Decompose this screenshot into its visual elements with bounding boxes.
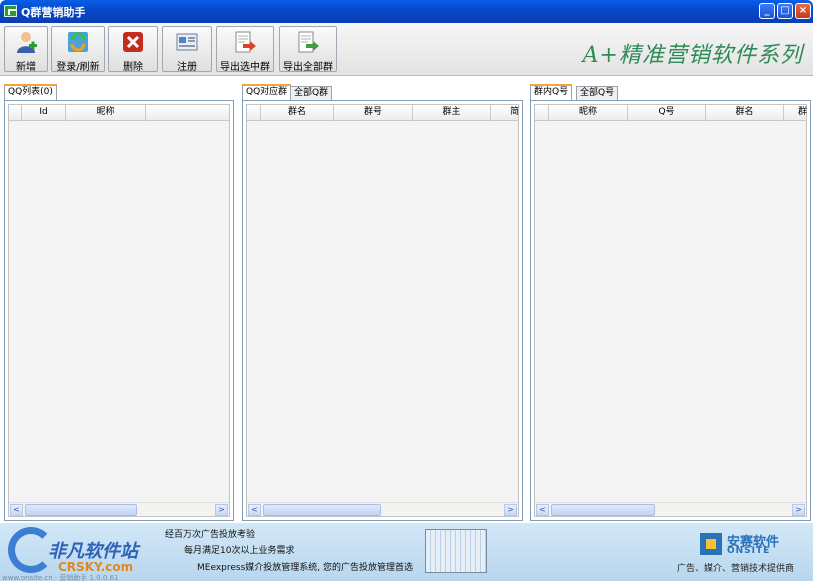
ad-line-1[interactable]: 经百万次广告投放考验	[165, 527, 255, 540]
register-button[interactable]: 注册	[162, 26, 212, 73]
tab-group-members[interactable]: 群内Q号	[530, 84, 573, 101]
export-selected-button[interactable]: 导出选中群	[216, 26, 274, 73]
delete-button-label: 删除	[123, 62, 143, 73]
column-header-qq-number[interactable]: Q号	[628, 105, 706, 121]
groups-panel: 群名 群号 群主 简 < >	[242, 100, 523, 521]
onsite-logo-icon	[700, 533, 722, 555]
ad-banner: 非凡软件站 CRSKY.com www.onsite.cn · 营销助手 1.0…	[0, 523, 813, 581]
row-indicator-header	[535, 105, 549, 121]
members-header: 昵称 Q号 群名 群	[535, 105, 809, 121]
title-bar: Q群营销助手 _ □ ×	[0, 0, 813, 23]
column-header-brief[interactable]: 简	[491, 105, 521, 121]
row-indicator-header	[9, 105, 22, 121]
register-button-label: 注册	[177, 62, 197, 73]
login-refresh-button[interactable]: 登录/刷新	[51, 26, 105, 73]
members-hscrollbar[interactable]: < >	[535, 502, 806, 516]
members-panel: 昵称 Q号 群名 群 < >	[530, 100, 811, 521]
register-icon	[176, 33, 198, 51]
login-refresh-label: 登录/刷新	[56, 62, 100, 73]
export-selected-label: 导出选中群	[220, 62, 270, 73]
company-tagline: 广告、媒介、营销技术提供商	[677, 564, 795, 574]
export-all-label: 导出全部群	[283, 62, 333, 73]
app-icon	[4, 5, 17, 17]
export-all-button[interactable]: 导出全部群	[279, 26, 337, 73]
qq-list-header: Id 昵称	[9, 105, 229, 121]
column-header-group-owner[interactable]: 群主	[413, 105, 491, 121]
scroll-left-icon[interactable]: <	[536, 504, 549, 516]
row-indicator-header	[247, 105, 261, 121]
scroll-thumb[interactable]	[263, 504, 381, 516]
scroll-right-icon[interactable]: >	[215, 504, 228, 516]
column-header-group-number[interactable]: 群号	[334, 105, 413, 121]
tab-qq-list[interactable]: QQ列表(0)	[4, 84, 57, 101]
add-button[interactable]: 新增	[4, 26, 48, 73]
column-header-group[interactable]: 群	[784, 105, 809, 121]
export-selected-icon	[235, 31, 256, 53]
column-header-id[interactable]: Id	[22, 105, 66, 121]
tab-qq-groups[interactable]: QQ对应群	[242, 84, 292, 101]
scroll-right-icon[interactable]: >	[792, 504, 805, 516]
scroll-left-icon[interactable]: <	[10, 504, 23, 516]
refresh-icon	[68, 32, 88, 52]
scroll-thumb[interactable]	[25, 504, 137, 516]
column-header-nickname[interactable]: 昵称	[66, 105, 146, 121]
site-domain: CRSKY.com	[58, 560, 134, 574]
scroll-right-icon[interactable]: >	[504, 504, 517, 516]
window-title: Q群营销助手	[21, 6, 86, 19]
groups-header: 群名 群号 群主 简	[247, 105, 521, 121]
ad-screenshot-thumbnail[interactable]	[425, 529, 487, 573]
company-name-en: ONSITE	[727, 546, 771, 556]
add-user-icon	[17, 32, 37, 53]
ad-line-2[interactable]: 每月满足10次以上业务需求	[184, 543, 294, 556]
column-header-nickname[interactable]: 昵称	[549, 105, 628, 121]
add-button-label: 新增	[16, 62, 36, 73]
brand-slogan: A+精准营销软件系列	[582, 43, 803, 68]
qq-list-panel: Id 昵称 < >	[4, 100, 234, 521]
scroll-left-icon[interactable]: <	[248, 504, 261, 516]
members-grid[interactable]: 昵称 Q号 群名 群 < >	[534, 104, 807, 517]
ad-line-3[interactable]: MEexpress媒介投放管理系统, 您的广告投放管理首选	[197, 560, 413, 573]
qq-list-hscrollbar[interactable]: < >	[9, 502, 229, 516]
delete-icon	[123, 32, 143, 52]
toolbar: 新增 登录/刷新 删除 注册 导出选中群 导出全部群 A+精准营销软件系列	[0, 23, 813, 76]
delete-button[interactable]: 删除	[108, 26, 158, 73]
column-header-blank	[146, 105, 228, 121]
tab-all-qq-numbers[interactable]: 全部Q号	[576, 86, 619, 101]
scroll-thumb[interactable]	[551, 504, 655, 516]
maximize-icon[interactable]: □	[777, 3, 793, 19]
groups-grid[interactable]: 群名 群号 群主 简 < >	[246, 104, 519, 517]
minimize-icon[interactable]: _	[759, 3, 775, 19]
export-all-icon	[298, 31, 319, 53]
groups-hscrollbar[interactable]: < >	[247, 502, 518, 516]
column-header-group-name[interactable]: 群名	[261, 105, 334, 121]
qq-list-grid[interactable]: Id 昵称 < >	[8, 104, 230, 517]
close-icon[interactable]: ×	[795, 3, 811, 19]
tab-all-groups[interactable]: 全部Q群	[290, 86, 333, 101]
column-header-group-name[interactable]: 群名	[706, 105, 784, 121]
watermark: www.onsite.cn · 营销助手 1.0.0.61	[2, 574, 119, 581]
